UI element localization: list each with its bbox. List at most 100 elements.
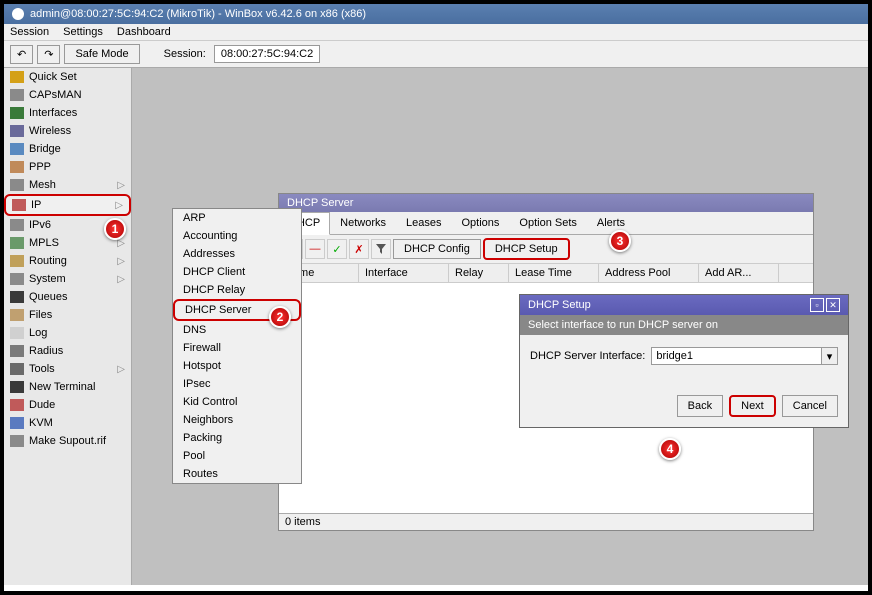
table-body: DHCP Setup ▫ ✕ Select interface to run D…	[279, 283, 813, 513]
chevron-right-icon: ▷	[117, 256, 125, 267]
submenu-item-arp[interactable]: ARP	[173, 209, 301, 227]
column-header[interactable]: Lease Time	[509, 264, 599, 282]
column-header[interactable]: Relay	[449, 264, 509, 282]
dhcp-window-title: DHCP Server	[279, 194, 813, 212]
submenu-item-kid-control[interactable]: Kid Control	[173, 393, 301, 411]
submenu-item-accounting[interactable]: Accounting	[173, 227, 301, 245]
sidebar-item-label: Interfaces	[29, 107, 77, 119]
sidebar-item-label: Mesh	[29, 179, 56, 191]
sidebar-item-new-terminal[interactable]: New Terminal	[4, 378, 131, 396]
submenu-item-firewall[interactable]: Firewall	[173, 339, 301, 357]
setup-dialog-title: DHCP Setup ▫ ✕	[520, 295, 848, 315]
nav-icon	[10, 161, 24, 173]
submenu-item-dhcp-client[interactable]: DHCP Client	[173, 263, 301, 281]
nav-icon	[10, 107, 24, 119]
next-button[interactable]: Next	[729, 395, 776, 417]
sidebar-item-label: Bridge	[29, 143, 61, 155]
sidebar-item-ip[interactable]: IP▷	[4, 194, 131, 216]
table-header: NameInterfaceRelayLease TimeAddress Pool…	[279, 264, 813, 283]
sidebar-item-kvm[interactable]: KVM	[4, 414, 131, 432]
detach-icon[interactable]: ▫	[810, 298, 824, 312]
tab-options[interactable]: Options	[452, 212, 510, 234]
sidebar-item-label: Radius	[29, 345, 63, 357]
sidebar-item-interfaces[interactable]: Interfaces	[4, 104, 131, 122]
filter-button[interactable]	[371, 239, 391, 259]
menubar: Session Settings Dashboard	[4, 24, 868, 41]
submenu-item-hotspot[interactable]: Hotspot	[173, 357, 301, 375]
dhcp-setup-button[interactable]: DHCP Setup	[483, 238, 570, 260]
menu-session[interactable]: Session	[10, 26, 49, 38]
nav-icon	[10, 399, 24, 411]
sidebar-item-ppp[interactable]: PPP	[4, 158, 131, 176]
remove-button[interactable]: —	[305, 239, 325, 259]
sidebar-item-routing[interactable]: Routing▷	[4, 252, 131, 270]
chevron-right-icon: ▷	[117, 274, 125, 285]
session-label: Session:	[164, 48, 206, 60]
sidebar-item-make-supout.rif[interactable]: Make Supout.rif	[4, 432, 131, 450]
sidebar-item-wireless[interactable]: Wireless	[4, 122, 131, 140]
submenu-item-neighbors[interactable]: Neighbors	[173, 411, 301, 429]
enable-button[interactable]: ✓	[327, 239, 347, 259]
chevron-right-icon: ▷	[117, 364, 125, 375]
tab-networks[interactable]: Networks	[330, 212, 396, 234]
nav-icon	[10, 417, 24, 429]
sidebar-item-queues[interactable]: Queues	[4, 288, 131, 306]
nav-icon	[10, 381, 24, 393]
annotation-badge-2: 2	[269, 306, 291, 328]
dhcp-config-button[interactable]: DHCP Config	[393, 239, 481, 259]
safe-mode-button[interactable]: Safe Mode	[64, 44, 139, 64]
nav-icon	[12, 199, 26, 211]
sidebar-item-bridge[interactable]: Bridge	[4, 140, 131, 158]
sidebar-item-log[interactable]: Log	[4, 324, 131, 342]
column-header[interactable]: Address Pool	[599, 264, 699, 282]
submenu-item-packing[interactable]: Packing	[173, 429, 301, 447]
column-header[interactable]: Add AR...	[699, 264, 779, 282]
sidebar-item-capsman[interactable]: CAPsMAN	[4, 86, 131, 104]
dropdown-arrow-icon[interactable]: ▾	[821, 348, 837, 364]
tab-leases[interactable]: Leases	[396, 212, 451, 234]
undo-button[interactable]: ↶	[10, 45, 33, 64]
sidebar-item-label: New Terminal	[29, 381, 95, 393]
session-value: 08:00:27:5C:94:C2	[214, 45, 320, 63]
chevron-right-icon: ▷	[117, 180, 125, 191]
submenu-item-addresses[interactable]: Addresses	[173, 245, 301, 263]
nav-icon	[10, 327, 24, 339]
sidebar: Quick Set CAPsMAN Interfaces Wireless Bridge…	[4, 68, 132, 585]
menu-dashboard[interactable]: Dashboard	[117, 26, 171, 38]
back-button[interactable]: Back	[677, 395, 723, 417]
cancel-button[interactable]: Cancel	[782, 395, 838, 417]
titlebar: admin@08:00:27:5C:94:C2 (MikroTik) - Win…	[4, 4, 868, 24]
interface-input[interactable]	[652, 348, 821, 364]
menu-settings[interactable]: Settings	[63, 26, 103, 38]
sidebar-item-tools[interactable]: Tools ▷	[4, 360, 131, 378]
sidebar-item-mesh[interactable]: Mesh ▷	[4, 176, 131, 194]
submenu-item-dhcp-relay[interactable]: DHCP Relay	[173, 281, 301, 299]
submenu-item-ipsec[interactable]: IPsec	[173, 375, 301, 393]
nav-icon	[10, 219, 24, 231]
sidebar-item-label: Dude	[29, 399, 55, 411]
sidebar-item-label: KVM	[29, 417, 53, 429]
tab-option-sets[interactable]: Option Sets	[509, 212, 586, 234]
sidebar-item-system[interactable]: System▷	[4, 270, 131, 288]
annotation-badge-4: 4	[659, 438, 681, 460]
sidebar-item-label: CAPsMAN	[29, 89, 82, 101]
submenu-item-routes[interactable]: Routes	[173, 465, 301, 483]
close-icon[interactable]: ✕	[826, 298, 840, 312]
status-bar: 0 items	[279, 513, 813, 530]
sidebar-item-label: Tools	[29, 363, 55, 375]
redo-button[interactable]: ↷	[37, 45, 60, 64]
sidebar-item-quick-set[interactable]: Quick Set	[4, 68, 131, 86]
dhcp-server-window: DHCP Server DHCPNetworksLeasesOptionsOpt…	[278, 193, 814, 531]
disable-button[interactable]: ✗	[349, 239, 369, 259]
sidebar-item-label: PPP	[29, 161, 51, 173]
nav-icon	[10, 291, 24, 303]
sidebar-item-dude[interactable]: Dude	[4, 396, 131, 414]
sidebar-item-files[interactable]: Files	[4, 306, 131, 324]
tab-alerts[interactable]: Alerts	[587, 212, 635, 234]
submenu-item-pool[interactable]: Pool	[173, 447, 301, 465]
sidebar-item-radius[interactable]: Radius	[4, 342, 131, 360]
column-header[interactable]: Interface	[359, 264, 449, 282]
nav-icon	[10, 143, 24, 155]
annotation-badge-3: 3	[609, 230, 631, 252]
titlebar-text: admin@08:00:27:5C:94:C2 (MikroTik) - Win…	[30, 8, 366, 20]
